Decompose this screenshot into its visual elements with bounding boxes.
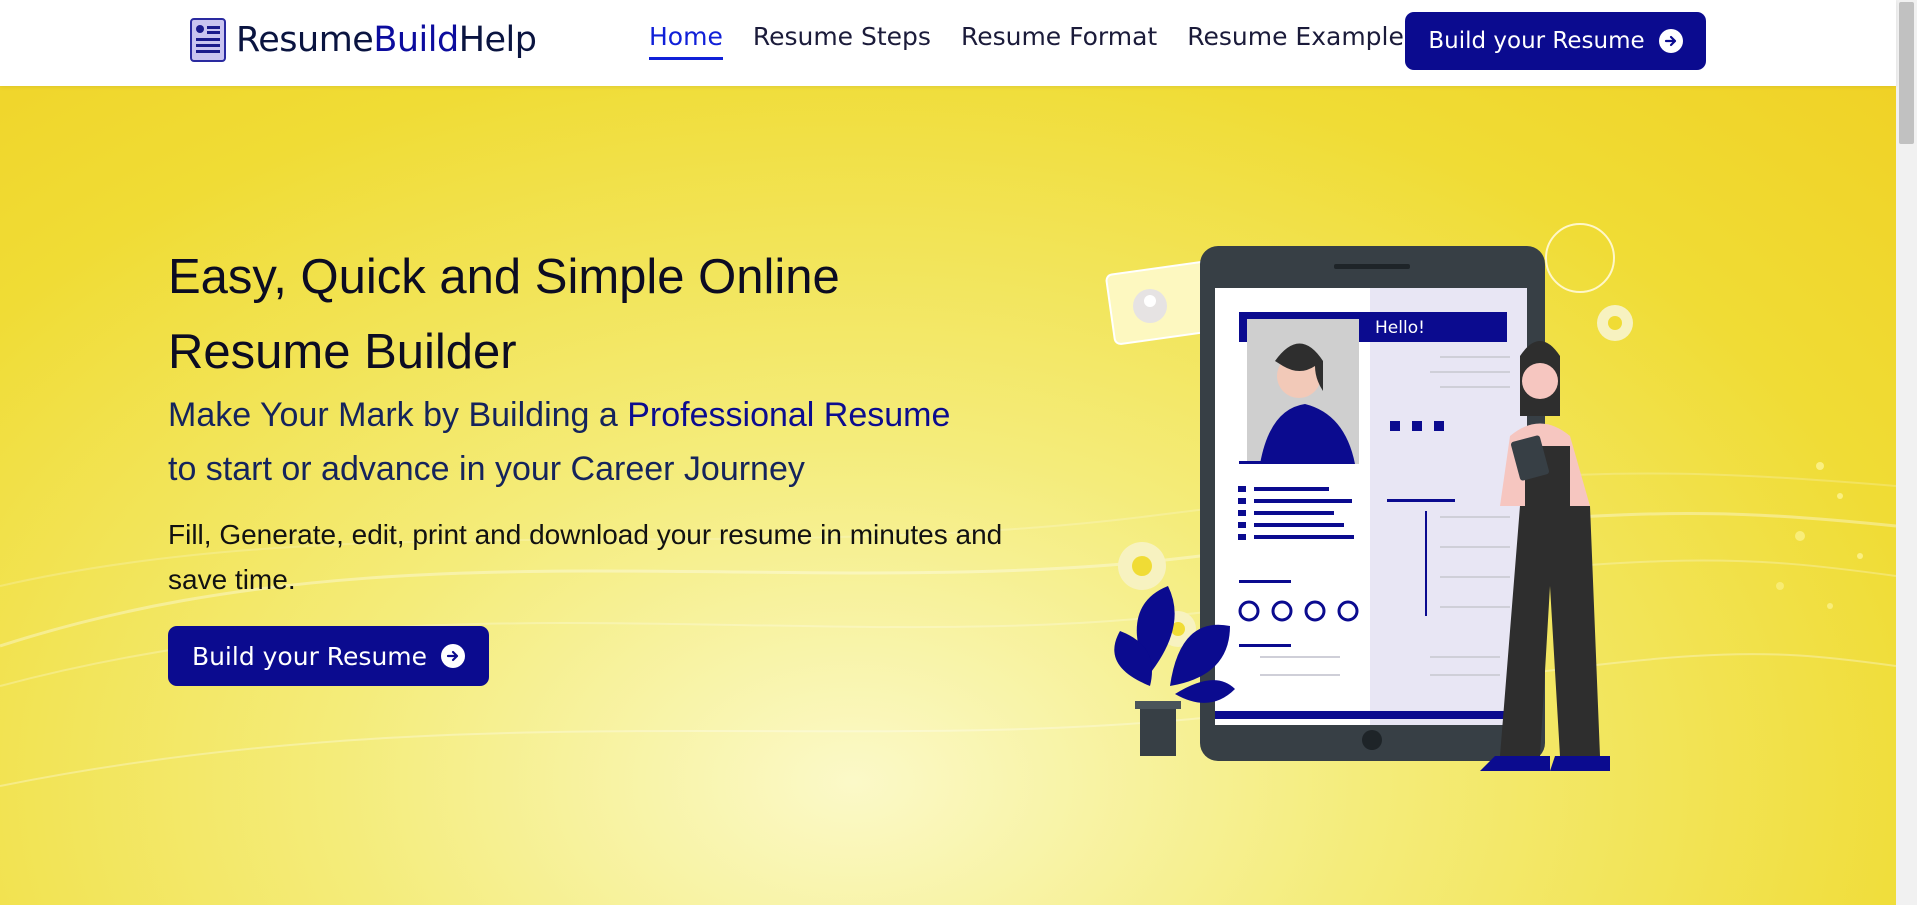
hero-section: Easy, Quick and Simple Online Resume Bui… <box>0 86 1896 905</box>
document-icon <box>190 18 226 62</box>
arrow-right-icon <box>1658 29 1683 53</box>
header-build-resume-label: Build your Resume <box>1428 28 1645 54</box>
arrow-right-icon <box>441 644 466 668</box>
hero-subtitle: Make Your Mark by Building a Professiona… <box>168 396 951 488</box>
logo[interactable]: ResumeBuildHelp <box>190 18 537 62</box>
site-header: ResumeBuildHelp Home Resume Steps Resume… <box>0 0 1896 86</box>
hero-description: Fill, Generate, edit, print and download… <box>168 519 1003 595</box>
nav-resume-steps[interactable]: Resume Steps <box>753 22 931 57</box>
hero-build-resume-button[interactable]: Build your Resume <box>168 626 489 686</box>
header-build-resume-button[interactable]: Build your Resume <box>1405 12 1706 70</box>
nav-resume-examples[interactable]: Resume Examples <box>1187 22 1417 57</box>
svg-text:Hello!: Hello! <box>1375 318 1425 338</box>
subtitle-highlight: Professional Resume <box>627 396 951 434</box>
nav-resume-format[interactable]: Resume Format <box>961 22 1157 57</box>
lightbulb-icon <box>1545 223 1615 293</box>
scrollbar[interactable] <box>1896 0 1917 905</box>
hero-title: Easy, Quick and Simple Online Resume Bui… <box>168 250 840 379</box>
hero-build-resume-label: Build your Resume <box>191 641 428 671</box>
scrollbar-thumb[interactable] <box>1899 2 1914 144</box>
resume-tablet-illustration: Hello! <box>1105 223 1633 771</box>
nav-home[interactable]: Home <box>649 22 723 60</box>
logo-text: ResumeBuildHelp <box>236 20 537 60</box>
main-nav: Home Resume Steps Resume Format Resume E… <box>649 22 1447 60</box>
